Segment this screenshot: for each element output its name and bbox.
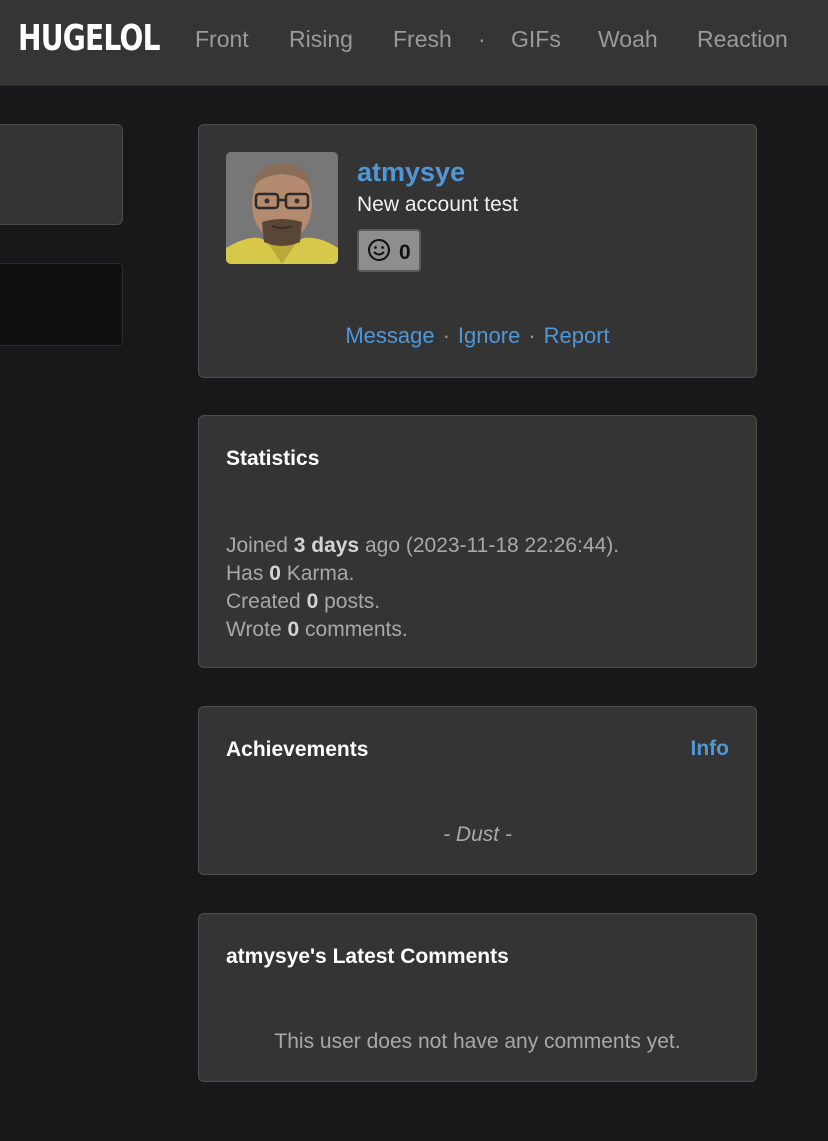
nav-fresh[interactable]: Fresh	[393, 26, 452, 53]
achievements-title: Achievements	[226, 738, 369, 761]
latest-comments-title: atmysye's Latest Comments	[226, 945, 509, 968]
statistics-list: Joined 3 days ago (2023-11-18 22:26:44).…	[226, 532, 619, 644]
profile-actions: Message · Ignore · Report	[199, 323, 756, 349]
achievements-card: Achievements Info - Dust -	[198, 706, 757, 875]
statistics-card: Statistics Joined 3 days ago (2023-11-18…	[198, 415, 757, 668]
site-logo[interactable]: HUGELOL	[18, 18, 161, 59]
achievements-info-link[interactable]: Info	[691, 737, 729, 761]
avatar[interactable]	[226, 152, 338, 264]
profile-username[interactable]: atmysye	[357, 157, 465, 188]
stat-joined: Joined 3 days ago (2023-11-18 22:26:44).	[226, 534, 620, 557]
statistics-title: Statistics	[226, 447, 320, 470]
left-input-panel[interactable]	[0, 263, 123, 346]
message-link[interactable]: Message	[345, 323, 434, 348]
achievement-rank: - Dust -	[443, 823, 512, 846]
report-link[interactable]: Report	[544, 323, 610, 348]
stat-karma: Has 0 Karma.	[226, 562, 355, 585]
nav-rising[interactable]: Rising	[289, 26, 353, 53]
smiley-icon	[368, 239, 390, 261]
left-panel	[0, 124, 123, 225]
stat-comments: Wrote 0 comments.	[226, 618, 408, 641]
profile-card: atmysye New account test 0 Message · Ignor…	[198, 124, 757, 378]
avatar-portrait-icon	[226, 152, 338, 264]
top-bar: HUGELOL Front Rising Fresh · GIFs Woah R…	[0, 0, 828, 86]
karma-badge: 0	[357, 229, 421, 272]
profile-tagline: New account test	[357, 193, 519, 216]
latest-comments-card: atmysye's Latest Comments This user does…	[198, 913, 757, 1082]
link-separator: ·	[528, 323, 536, 348]
nav-reaction[interactable]: Reaction	[697, 26, 788, 53]
stat-posts: Created 0 posts.	[226, 590, 381, 613]
link-separator: ·	[442, 323, 450, 348]
nav-woah[interactable]: Woah	[598, 26, 658, 53]
nav-front[interactable]: Front	[195, 26, 249, 53]
no-comments-message: This user does not have any comments yet…	[274, 1030, 681, 1053]
nav-separator: ·	[478, 26, 486, 52]
ignore-link[interactable]: Ignore	[458, 323, 520, 348]
nav-gifs[interactable]: GIFs	[511, 26, 561, 53]
karma-count: 0	[399, 241, 411, 264]
